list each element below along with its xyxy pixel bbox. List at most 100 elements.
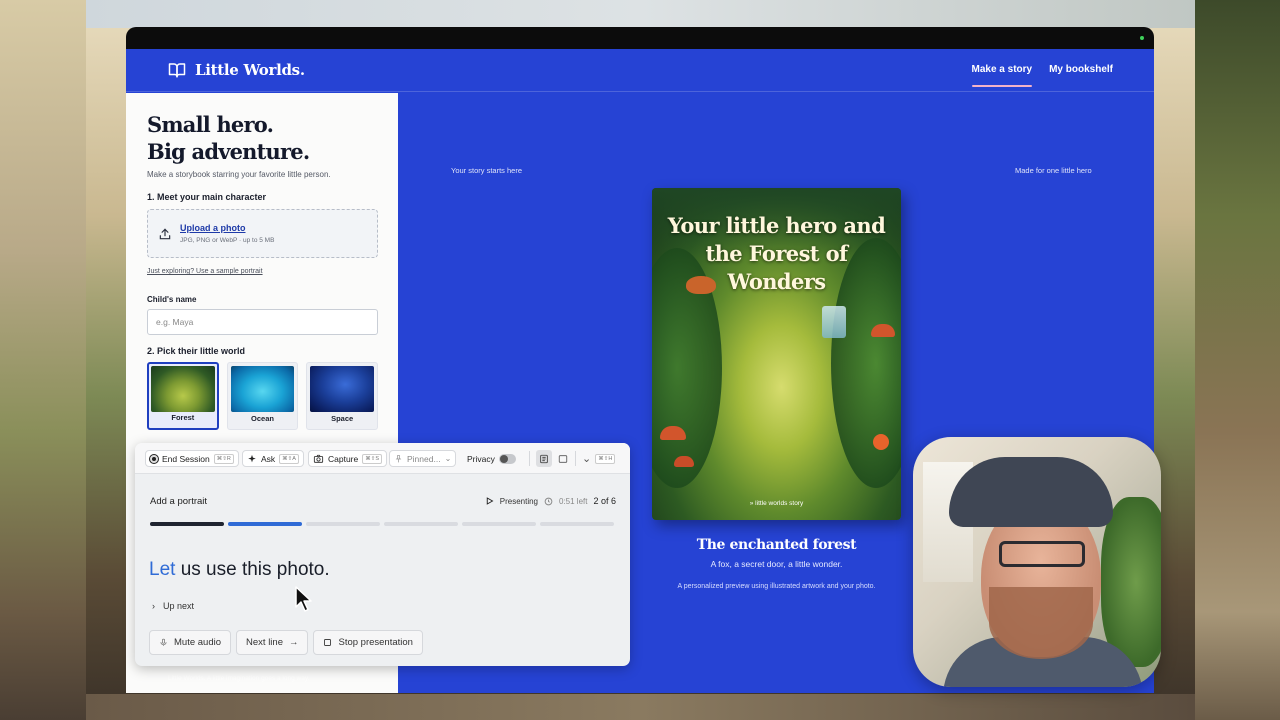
capture-button[interactable]: Capture ⌘⇧S	[308, 450, 388, 467]
shortcut-hint: ⌘⇧R	[213, 453, 234, 464]
world-label: Forest	[171, 413, 195, 422]
toolbar-divider	[529, 451, 530, 466]
child-name-label: Child's name	[147, 295, 197, 304]
chevron-down-icon: ⌄	[582, 453, 592, 465]
privacy-switch[interactable]	[498, 453, 516, 464]
clock-icon	[544, 497, 553, 505]
forest-thumbnail	[151, 366, 215, 412]
wallpaper-right	[1195, 0, 1280, 720]
nav-links: Make a story My bookshelf	[971, 64, 1113, 87]
next-line-button[interactable]: Next line →	[236, 630, 309, 655]
world-label: Space	[331, 414, 354, 423]
world-option-forest[interactable]: Forest	[147, 362, 219, 430]
up-next-toggle[interactable]: › Up next	[152, 601, 194, 611]
window-view-button[interactable]	[558, 450, 568, 467]
stop-presentation-label: Stop presentation	[338, 637, 413, 648]
presenter-toolbar: End Session ⌘⇧R Ask ⌘⇧A Capture ⌘⇧S Pinn…	[135, 443, 630, 474]
story-subtitle: A fox, a secret door, a little wonder.	[710, 559, 843, 569]
microphone-icon	[160, 638, 167, 646]
webcam-background-plant	[1101, 497, 1161, 667]
progress-segment	[150, 522, 224, 526]
time-left: 0:51 left	[559, 496, 588, 506]
privacy-toggle[interactable]: Privacy	[467, 450, 516, 467]
cover-art-flower	[873, 434, 889, 450]
chevron-down-icon: ⌄	[444, 454, 452, 463]
shortcut-hint: ⌘⇧S	[362, 453, 383, 464]
script-line-rest: us use this photo.	[175, 559, 330, 580]
ocean-thumbnail	[230, 366, 295, 412]
next-line-label: Next line	[246, 637, 283, 648]
window-icon	[558, 454, 568, 463]
world-label: Ocean	[251, 414, 274, 423]
mouse-cursor-icon	[295, 586, 312, 612]
collapse-button[interactable]: ⌄ ⌘⇧H	[582, 450, 616, 467]
book-cover-title: Your little hero and the Forest of Wonde…	[667, 213, 886, 294]
world-picker: Forest Ocean Space	[147, 362, 378, 430]
form-subtitle: Make a storybook starring your favorite …	[147, 170, 331, 179]
book-cover-mark: » little worlds story	[749, 500, 804, 507]
upload-icon	[159, 228, 171, 240]
window-frame	[126, 27, 1154, 50]
story-note: A personalized preview using illustrated…	[677, 583, 876, 590]
pinned-dropdown[interactable]: Pinned... ⌄	[389, 450, 457, 467]
title-line-2: Big adventure.	[147, 139, 310, 164]
wallpaper-bottom	[86, 694, 1195, 720]
webcam-person-beard	[989, 587, 1093, 659]
title-line-1: Small hero.	[147, 112, 274, 137]
presenting-label: Presenting	[499, 496, 538, 506]
play-icon	[486, 497, 494, 505]
notes-view-button[interactable]	[536, 450, 552, 467]
mute-audio-button[interactable]: Mute audio	[149, 630, 232, 655]
story-title: The enchanted forest	[696, 537, 857, 553]
stop-icon	[324, 639, 332, 646]
cover-art-mushroom	[871, 324, 895, 337]
open-book-icon	[168, 63, 186, 78]
pinned-label: Pinned...	[407, 453, 441, 464]
progress-segment	[540, 522, 614, 526]
ask-label: Ask	[261, 453, 276, 464]
toolbar-divider	[575, 451, 576, 466]
up-next-label: Up next	[163, 601, 195, 611]
nav-my-bookshelf[interactable]: My bookshelf	[1049, 64, 1113, 75]
presenter-step-title: Add a portrait	[150, 496, 208, 507]
record-icon	[150, 454, 158, 463]
chevron-right-icon: ›	[152, 601, 155, 611]
kicker-left: Your story starts here	[451, 166, 523, 175]
progress-segment	[462, 522, 536, 526]
presenter-controls: Mute audio Next line → Stop presentation	[149, 630, 423, 655]
photo-upload-dropzone[interactable]: Upload a photo JPG, PNG or WebP · up to …	[147, 209, 378, 258]
nav-make-a-story[interactable]: Make a story	[971, 64, 1032, 87]
shortcut-hint: ⌘⇧H	[595, 453, 616, 464]
webcam-person-cap	[949, 457, 1113, 527]
script-line-highlight: Let	[149, 559, 176, 580]
step-2-label: 2. Pick their little world	[147, 346, 246, 356]
cover-art-mushroom	[660, 426, 686, 440]
book-cover-preview: Your little hero and the Forest of Wonde…	[652, 188, 901, 520]
space-thumbnail	[310, 366, 374, 412]
footer-tagline: Little Worlds. A little imagination goes…	[168, 675, 310, 682]
step-1-label: 1. Meet your main character	[147, 192, 267, 202]
progress-segment	[384, 522, 458, 526]
ask-button[interactable]: Ask ⌘⇧A	[242, 450, 304, 467]
progress-segment	[306, 522, 380, 526]
presenter-status: Presenting 0:51 left 2 of 6	[485, 496, 616, 506]
upload-photo-link[interactable]: Upload a photo	[180, 223, 246, 233]
sparkle-icon	[248, 454, 256, 462]
stop-presentation-button[interactable]: Stop presentation	[313, 630, 423, 655]
camera-icon	[313, 454, 324, 463]
shortcut-hint: ⌘⇧A	[279, 453, 299, 464]
child-name-input[interactable]: e.g. Maya	[147, 309, 378, 335]
script-line: Let us use this photo.	[149, 559, 330, 581]
end-session-label: End Session	[162, 453, 210, 464]
sample-portrait-link[interactable]: Just exploring? Use a sample portrait	[147, 268, 378, 275]
brand-logo[interactable]: Little Worlds.	[168, 61, 305, 79]
webcam-person-glasses	[999, 541, 1085, 567]
presenter-overlay: End Session ⌘⇧R Ask ⌘⇧A Capture ⌘⇧S Pinn…	[135, 443, 630, 666]
pin-icon	[395, 454, 402, 462]
arrow-right-icon: →	[288, 637, 299, 648]
end-session-button[interactable]: End Session ⌘⇧R	[145, 450, 239, 467]
slide-counter: 2 of 6	[593, 496, 616, 506]
world-option-space[interactable]: Space	[306, 362, 378, 430]
privacy-label: Privacy	[467, 453, 495, 464]
world-option-ocean[interactable]: Ocean	[226, 362, 299, 430]
